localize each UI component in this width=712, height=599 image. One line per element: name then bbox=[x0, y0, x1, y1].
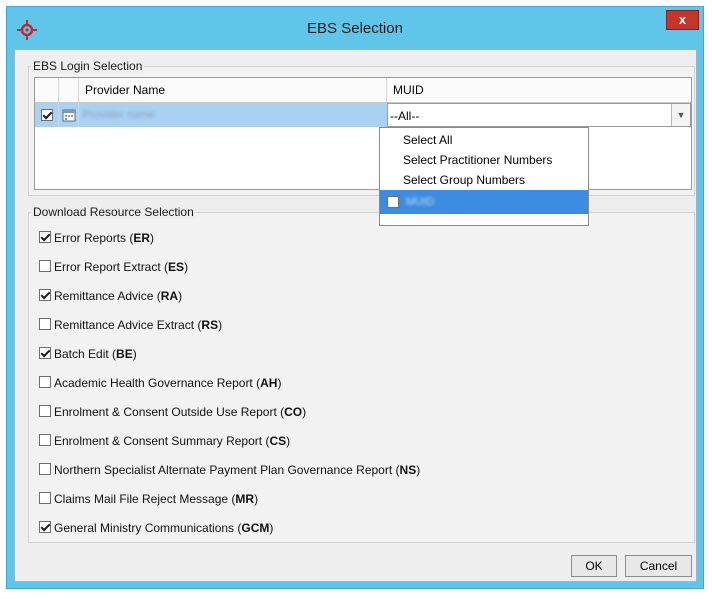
resource-checkbox-gcm[interactable] bbox=[39, 521, 51, 533]
window-title: EBS Selection bbox=[307, 20, 403, 37]
resource-checkbox-rs[interactable] bbox=[39, 318, 51, 330]
cancel-button[interactable]: Cancel bbox=[625, 555, 692, 577]
resource-label: Enrolment & Consent Summary Report (CS) bbox=[54, 434, 291, 448]
resource-checkbox-ah[interactable] bbox=[39, 376, 51, 388]
resource-label: Error Reports (ER) bbox=[54, 231, 155, 245]
resource-code: NS bbox=[399, 463, 417, 477]
row-icon-cell bbox=[59, 103, 79, 127]
muid-combobox[interactable]: --All-- ▼ bbox=[387, 103, 691, 127]
header-check-column bbox=[35, 78, 59, 102]
header-muid[interactable]: MUID bbox=[387, 78, 691, 102]
login-selection-legend: EBS Login Selection bbox=[31, 59, 145, 73]
resource-selection-group: Download Resource Selection Error Report… bbox=[28, 205, 695, 543]
resource-checkbox-co[interactable] bbox=[39, 405, 51, 417]
resource-selection-legend: Download Resource Selection bbox=[31, 205, 196, 219]
login-selection-group: EBS Login Selection Provider Name MUID P… bbox=[28, 59, 695, 196]
resource-label-text: Enrolment & Consent Summary Report bbox=[54, 434, 263, 448]
resource-label: Error Report Extract (ES) bbox=[54, 260, 189, 274]
resource-label-text: General Ministry Communications bbox=[54, 521, 235, 535]
resource-label: Northern Specialist Alternate Payment Pl… bbox=[54, 463, 421, 477]
resource-code: ES bbox=[168, 260, 185, 274]
dropdown-item-select-all[interactable]: Select All bbox=[403, 133, 452, 147]
dialog-content: EBS Login Selection Provider Name MUID P… bbox=[14, 49, 697, 582]
resource-label-text: Enrolment & Consent Outside Use Report bbox=[54, 405, 277, 419]
dropdown-item-select-practitioner-numbers[interactable]: Select Practitioner Numbers bbox=[403, 153, 552, 167]
resource-code: RA bbox=[160, 289, 179, 303]
login-table: Provider Name MUID Provider name --All--… bbox=[34, 77, 692, 190]
row-check-cell bbox=[35, 103, 59, 127]
resource-label: Remittance Advice (RA) bbox=[54, 289, 183, 303]
row-provider-name-cell: Provider name bbox=[79, 103, 387, 127]
resource-code: CS bbox=[269, 434, 287, 448]
muid-dropdown-list: Select All Select Practitioner Numbers S… bbox=[379, 127, 589, 226]
resource-checkbox-cs[interactable] bbox=[39, 434, 51, 446]
resource-code: CO bbox=[284, 405, 303, 419]
resource-code: RS bbox=[201, 318, 219, 332]
resource-label-text: Remittance Advice bbox=[54, 289, 154, 303]
resource-label: Enrolment & Consent Outside Use Report (… bbox=[54, 405, 307, 419]
calendar-icon bbox=[62, 109, 76, 122]
resource-code: GCM bbox=[241, 521, 270, 535]
header-icon-column bbox=[59, 78, 79, 102]
resource-label-text: Academic Health Governance Report bbox=[54, 376, 253, 390]
resource-label-text: Error Reports bbox=[54, 231, 127, 245]
dialog-window: EBS Selection x EBS Login Selection Prov… bbox=[6, 6, 704, 589]
resource-code: AH bbox=[260, 376, 278, 390]
header-provider-name[interactable]: Provider Name bbox=[79, 78, 387, 102]
row-checkbox[interactable] bbox=[41, 109, 53, 121]
dropdown-option-label: MUID bbox=[406, 196, 435, 208]
table-header: Provider Name MUID bbox=[35, 78, 691, 103]
resource-label: General Ministry Communications (GCM) bbox=[54, 521, 274, 535]
resource-checkbox-ra[interactable] bbox=[39, 289, 51, 301]
resource-checkbox-er[interactable] bbox=[39, 231, 51, 243]
dropdown-option-row[interactable]: MUID bbox=[380, 190, 588, 214]
resource-label: Batch Edit (BE) bbox=[54, 347, 137, 361]
resource-checkbox-ns[interactable] bbox=[39, 463, 51, 475]
resource-code: ER bbox=[133, 231, 151, 245]
resource-code: MR bbox=[235, 492, 255, 506]
resource-label: Claims Mail File Reject Message (MR) bbox=[54, 492, 259, 506]
resource-checkbox-es[interactable] bbox=[39, 260, 51, 272]
resource-checkbox-be[interactable] bbox=[39, 347, 51, 359]
dropdown-item-select-group-numbers[interactable]: Select Group Numbers bbox=[403, 173, 525, 187]
resource-label-text: Claims Mail File Reject Message bbox=[54, 492, 229, 506]
resource-code: BE bbox=[116, 347, 133, 361]
resource-label-text: Northern Specialist Alternate Payment Pl… bbox=[54, 463, 393, 477]
resource-label-text: Error Report Extract bbox=[54, 260, 161, 274]
resource-checkbox-mr[interactable] bbox=[39, 492, 51, 504]
provider-name-value: Provider name bbox=[83, 109, 155, 121]
close-icon: x bbox=[678, 12, 687, 27]
resource-label-text: Remittance Advice Extract bbox=[54, 318, 195, 332]
muid-combobox-value: --All-- bbox=[390, 109, 420, 123]
dropdown-option-checkbox[interactable] bbox=[387, 196, 399, 208]
chevron-down-icon[interactable]: ▼ bbox=[671, 104, 690, 126]
resource-label: Academic Health Governance Report (AH) bbox=[54, 376, 282, 390]
resource-label-text: Batch Edit bbox=[54, 347, 109, 361]
ok-button[interactable]: OK bbox=[571, 555, 617, 577]
resource-label: Remittance Advice Extract (RS) bbox=[54, 318, 223, 332]
title-bar[interactable]: EBS Selection x bbox=[7, 7, 703, 49]
close-button[interactable]: x bbox=[666, 10, 699, 30]
table-row[interactable]: Provider name --All-- ▼ bbox=[35, 103, 691, 127]
